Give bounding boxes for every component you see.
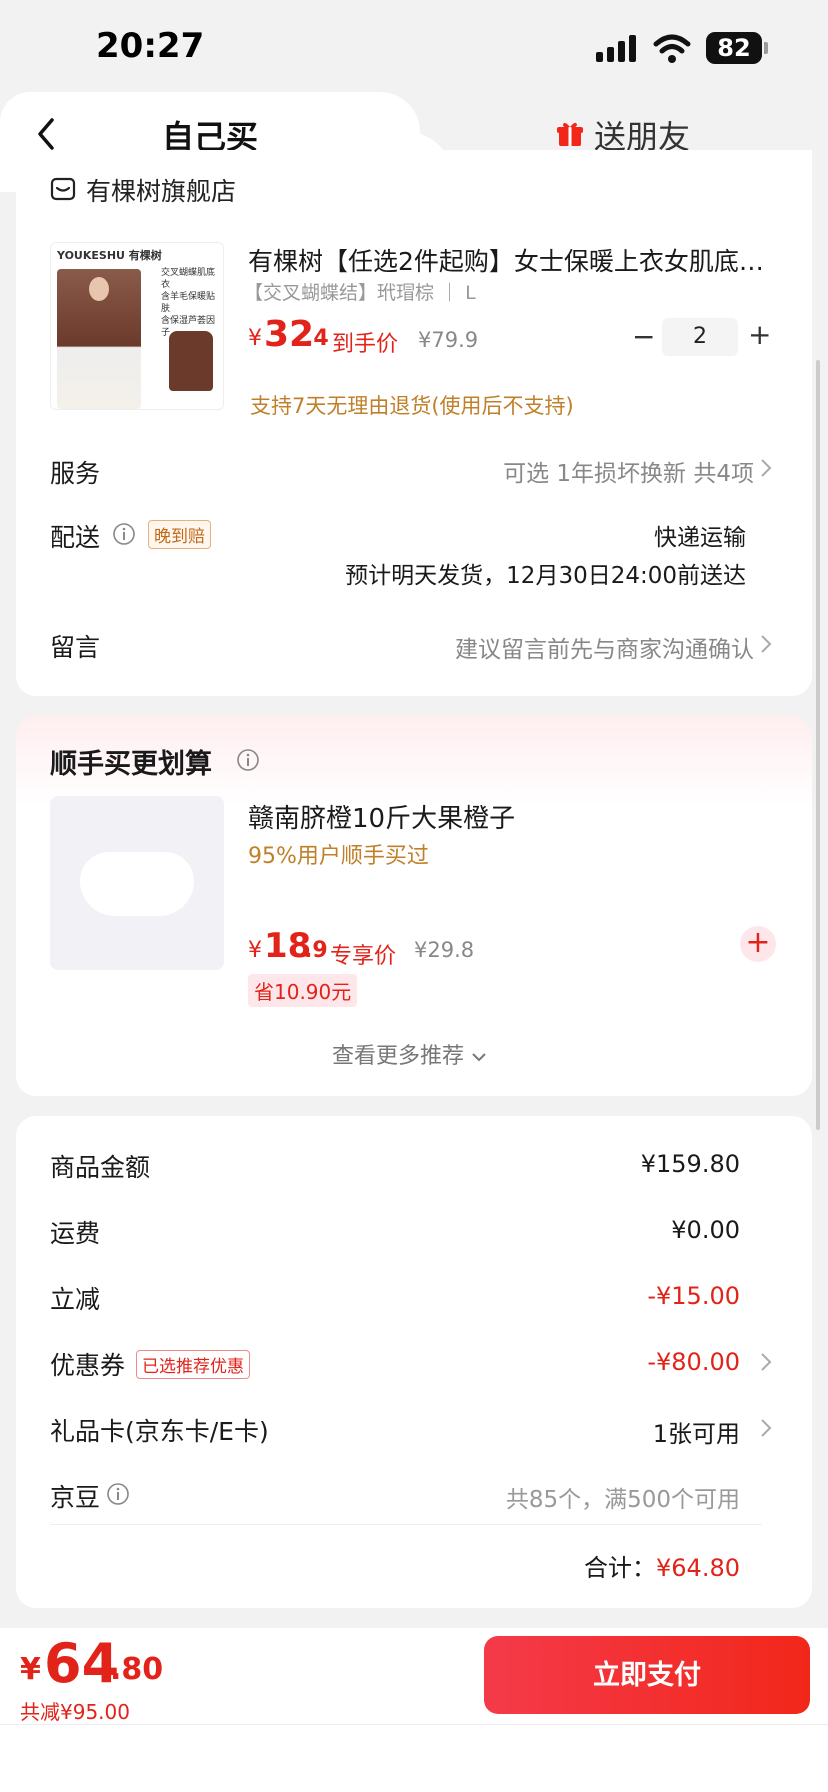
goods-amount-label: 商品金额 [50, 1153, 151, 1182]
checkout-price-symbol: ¥ [20, 1652, 41, 1687]
upsell-product-subtitle: 95%用户顺手买过 [248, 844, 429, 869]
chevron-right-icon[interactable] [760, 1352, 772, 1372]
product-shirt-figure [169, 331, 213, 391]
jd-beans-value: 共85个，满500个可用 [505, 1487, 740, 1513]
service-label: 服务 [50, 459, 101, 488]
shipping-label: 配送 [50, 523, 101, 552]
upsell-original-price: ¥29.8 [414, 938, 475, 962]
message-label: 留言 [50, 633, 101, 662]
late-compensation-badge: 晚到赔 [148, 520, 211, 549]
chevron-right-icon[interactable] [760, 458, 772, 478]
upsell-product-image[interactable] [50, 796, 224, 970]
shipping-fee-value: ¥0.00 [671, 1216, 740, 1244]
price-label: 到手价 [332, 332, 399, 357]
product-image[interactable]: YOUKESHU 有棵树 交叉蝴蝶肌底衣 含羊毛保暖贴肤 含保湿芦荟因子 [50, 242, 224, 410]
chevron-right-icon[interactable] [760, 1418, 772, 1438]
checkout-price-decimal: .80 [110, 1652, 164, 1687]
gift-card-value[interactable]: 1张可用 [653, 1414, 740, 1449]
instant-discount-value: -¥15.00 [647, 1282, 740, 1310]
upsell-product-title[interactable]: 赣南脐橙10斤大果橙子 [248, 798, 515, 835]
chevron-down-icon [472, 1053, 486, 1062]
quantity-input[interactable]: 2 [662, 318, 738, 356]
upsell-price-symbol: ¥ [248, 938, 262, 963]
gift-card-label[interactable]: 礼品卡(京东卡/E卡) [50, 1412, 269, 1448]
store-icon [50, 177, 76, 201]
product-title[interactable]: 有棵树【任选2件起购】女士保暖上衣女肌底… [248, 242, 768, 278]
instant-discount-label: 立减 [50, 1285, 101, 1314]
product-model-face [89, 277, 109, 301]
bottom-divider [0, 1724, 828, 1725]
scrollbar[interactable] [816, 360, 820, 1130]
store-name[interactable]: 有棵树旗舰店 [86, 172, 236, 208]
coupon-recommended-badge: 已选推荐优惠 [136, 1350, 250, 1379]
message-input[interactable]: 建议留言前先与商家沟通确认 [455, 630, 754, 664]
summary-divider [50, 1524, 762, 1525]
coupon-value[interactable]: -¥80.00 [647, 1348, 740, 1376]
upsell-save-badge: 省10.90元 [248, 974, 358, 1007]
order-total: 合计：¥64.80 [584, 1548, 740, 1583]
product-spec[interactable]: 【交叉蝴蝶结】玳瑁棕 ｜ L [244, 278, 476, 305]
product-image-text: 交叉蝴蝶肌底衣 含羊毛保暖贴肤 含保湿芦荟因子 [161, 268, 216, 338]
battery-tip [764, 42, 768, 54]
wifi-icon [653, 34, 691, 63]
quantity-plus-button[interactable]: + [748, 318, 771, 351]
return-policy-note: 支持7天无理由退货(使用后不支持) [250, 394, 574, 418]
image-placeholder-shape [80, 852, 194, 916]
coupon-label[interactable]: 优惠券 [50, 1346, 125, 1382]
checkout-total-saved: 共减¥95.00 [20, 1700, 130, 1724]
total-value: ¥64.80 [656, 1554, 740, 1582]
add-upsell-button[interactable]: + [740, 926, 776, 962]
jd-beans-label: 京豆 [50, 1483, 101, 1512]
battery-indicator: 82 [706, 32, 762, 64]
more-recommendations-link[interactable]: 查看更多推荐 [332, 1038, 487, 1070]
price-symbol: ¥ [248, 326, 262, 351]
info-icon[interactable] [106, 1482, 130, 1506]
shipping-fee-label: 运费 [50, 1219, 101, 1248]
order-card [16, 150, 812, 696]
service-value[interactable]: 可选 1年损坏换新 共4项 [503, 454, 754, 488]
upsell-price-label: 专享价 [330, 944, 397, 969]
checkout-price-integer: 64 [44, 1632, 120, 1695]
shipping-method: 快递运输 [654, 525, 746, 551]
info-icon[interactable] [112, 522, 136, 546]
info-icon[interactable] [236, 748, 260, 772]
goods-amount-value: ¥159.80 [640, 1150, 740, 1178]
upsell-price-decimal: .9 [304, 938, 328, 963]
upsell-title: 顺手买更划算 [50, 749, 212, 780]
status-time: 20:27 [96, 26, 205, 66]
price-decimal: .4 [305, 326, 329, 351]
product-image-brand: YOUKESHU 有棵树 [57, 249, 162, 262]
gift-icon [557, 122, 583, 146]
chevron-right-icon[interactable] [760, 634, 772, 654]
shipping-eta: 预计明天发货，12月30日24:00前送达 [345, 563, 746, 589]
signal-icon [596, 35, 636, 62]
more-recommendations-label: 查看更多推荐 [332, 1044, 465, 1069]
quantity-minus-button[interactable]: − [632, 320, 655, 353]
pay-now-button[interactable]: 立即支付 [484, 1636, 810, 1714]
total-label: 合计： [584, 1554, 657, 1582]
original-price: ¥79.9 [418, 328, 479, 352]
